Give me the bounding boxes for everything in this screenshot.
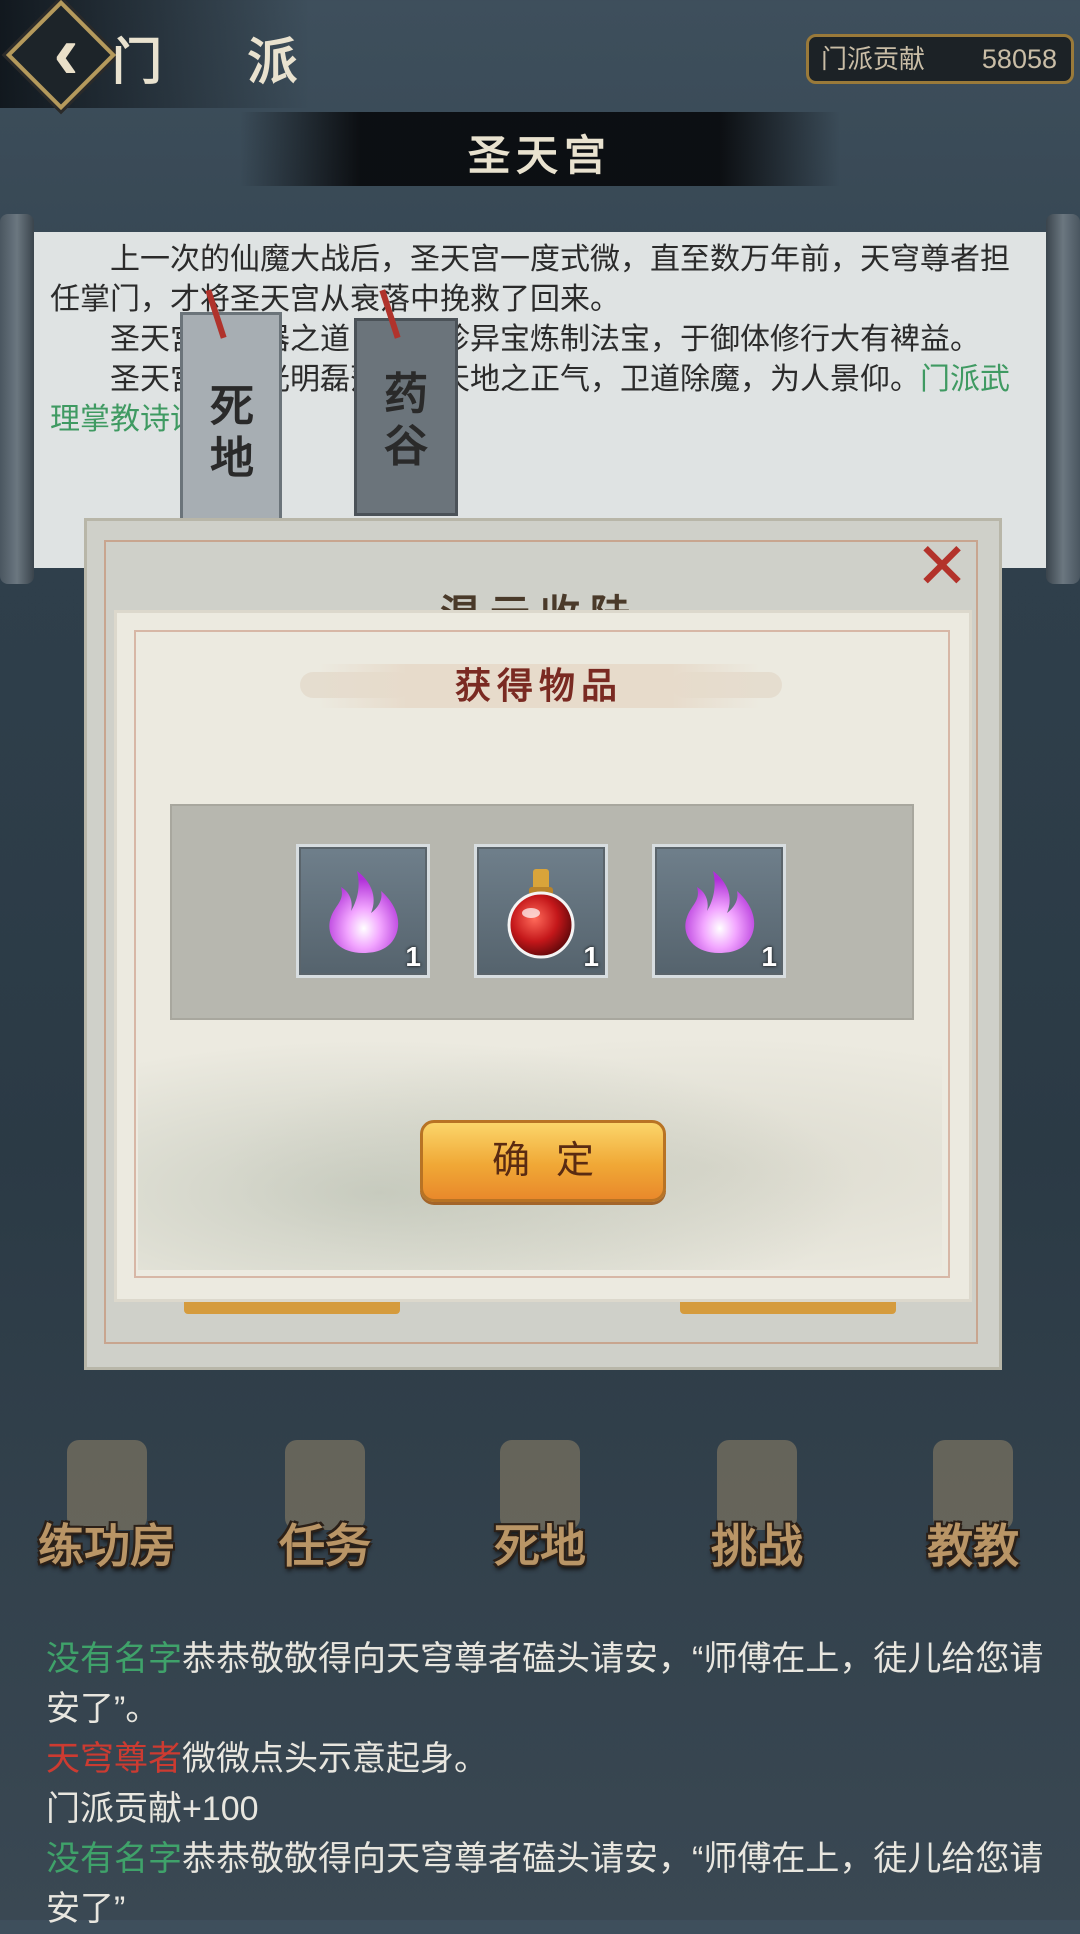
item-slot-purple-flame[interactable]: 1: [296, 844, 430, 978]
item-quantity: 1: [761, 941, 777, 972]
purple-flame-icon: [329, 871, 399, 953]
nav-challenge[interactable]: 挑战: [672, 1440, 842, 1580]
popup-title-band: 获得物品: [318, 664, 760, 708]
sect-banner: 圣天宫: [240, 112, 840, 186]
red-potion-icon: [507, 869, 575, 959]
nav-label: 教教: [927, 1519, 1019, 1573]
player-name: 没有名字: [46, 1640, 182, 1678]
nav-label: 任务: [279, 1519, 371, 1573]
contribution-value: 58058: [981, 44, 1057, 74]
close-icon[interactable]: ✕: [914, 534, 970, 598]
confirm-label: 确定: [491, 1140, 620, 1182]
item-quantity: 1: [583, 941, 599, 972]
popup-title: 获得物品: [454, 665, 623, 707]
log-text: 恭恭敬敬得向天穹尊者磕头请安，“师傅在上，徒儿给您请安了”: [46, 1840, 1044, 1928]
contribution-display: 门派贡献 58058: [806, 34, 1074, 84]
item-slot-red-potion[interactable]: 1: [474, 844, 608, 978]
item-quantity: 1: [405, 941, 421, 972]
tag-label: 药谷: [384, 369, 428, 472]
tag-herb-valley[interactable]: 药谷: [354, 289, 458, 516]
nav-training-room[interactable]: 练功房: [22, 1440, 192, 1580]
purple-flame-icon: [685, 871, 755, 953]
nav-tasks[interactable]: 任务: [240, 1440, 410, 1580]
item-slot-purple-flame[interactable]: 1: [652, 844, 786, 978]
nav-label: 死地: [494, 1519, 586, 1573]
lore-paragraph: 上一次的仙魔大战后，圣天宫一度式微，直至数万年前，天穹尊者担任掌门，才将圣天宫从…: [50, 243, 1010, 316]
confirm-button[interactable]: 确定: [420, 1120, 666, 1202]
tag-label: 死地: [210, 381, 254, 484]
nav-label: 挑战: [711, 1519, 803, 1573]
log-entry: 天穹尊者微微点头示意起身。: [46, 1734, 1046, 1784]
player-name: 没有名字: [46, 1840, 182, 1878]
log-entry: 没有名字恭恭敬敬得向天穹尊者磕头请安，“师傅在上，徒儿给您请安了”。: [46, 1634, 1046, 1734]
scroll-rod-right: [1046, 214, 1080, 584]
contribution-label: 门派贡献: [821, 44, 926, 74]
log-text: 微微点头示意起身。: [182, 1740, 488, 1778]
log-text: 恭恭敬敬得向天穹尊者磕头请安，“师傅在上，徒儿给您请安了”。: [46, 1640, 1044, 1728]
nav-teaching[interactable]: 教教: [888, 1440, 1058, 1580]
sect-name: 圣天宫: [467, 131, 612, 180]
log-entry: 没有名字恭恭敬敬得向天穹尊者磕头请安，“师傅在上，徒儿给您请安了”: [46, 1834, 1046, 1934]
log-entry: 门派贡献+100: [46, 1790, 259, 1828]
nav-death-land[interactable]: 死地: [455, 1440, 625, 1580]
scroll-rod-left: [0, 214, 34, 584]
page-title: 门 派: [112, 32, 332, 91]
nav-label: 练功房: [38, 1519, 176, 1573]
event-log: 没有名字恭恭敬敬得向天穹尊者磕头请安，“师傅在上，徒儿给您请安了”。 天穹尊者微…: [46, 1634, 1046, 1934]
items-panel: 1 1 1: [170, 804, 914, 1020]
npc-name: 天穹尊者: [46, 1740, 182, 1778]
back-arrow-icon[interactable]: ‹: [36, 8, 96, 98]
